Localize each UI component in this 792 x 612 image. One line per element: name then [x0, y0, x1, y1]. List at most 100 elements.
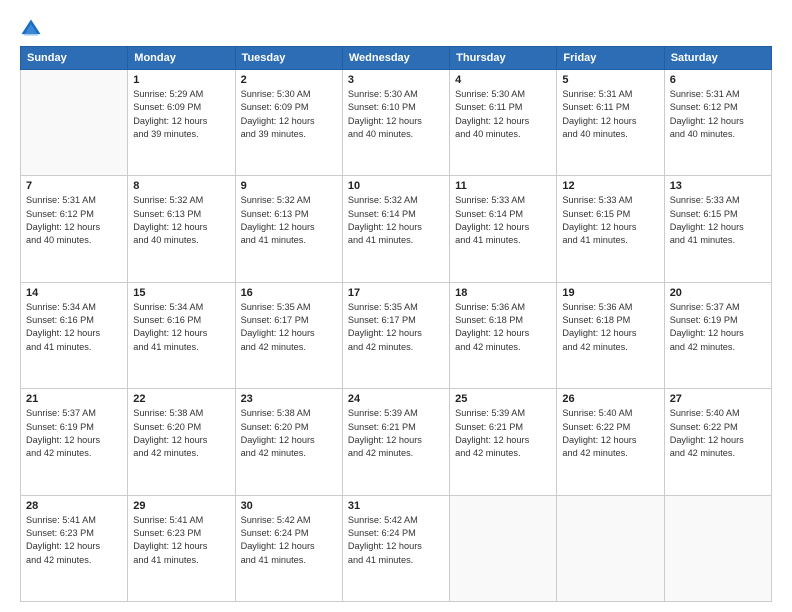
calendar-cell: 6Sunrise: 5:31 AM Sunset: 6:12 PM Daylig… [664, 70, 771, 176]
day-number: 7 [26, 180, 122, 192]
day-number: 2 [241, 74, 337, 86]
calendar-cell: 21 Sunrise: 5:37 AM Sunset: 6:19 PM Dayli… [21, 389, 128, 495]
calendar-cell: 14 Sunrise: 5:34 AM Sunset: 6:16 PM Dayli… [21, 282, 128, 388]
day-info: Sunrise: 5:40 AM Sunset: 6:22 PM Dayligh… [670, 407, 766, 460]
day-number: 8 [133, 180, 229, 192]
calendar-cell [21, 70, 128, 176]
day-info: Sunrise: 5:42 AM Sunset: 6:24 PM Dayligh… [241, 514, 337, 567]
day-info: Sunrise: 5:32 AM Sunset: 6:13 PM Dayligh… [133, 194, 229, 247]
day-info: Sunrise: 5:30 AM Sunset: 6:09 PM Dayligh… [241, 88, 337, 141]
calendar-cell: 18 Sunrise: 5:36 AM Sunset: 6:18 PM Dayli… [450, 282, 557, 388]
logo-icon [20, 18, 42, 40]
day-number: 30 [241, 500, 337, 512]
day-info: Sunrise: 5:39 AM Sunset: 6:21 PM Dayligh… [455, 407, 551, 460]
day-number: 15 [133, 287, 229, 299]
calendar-week-row: 14 Sunrise: 5:34 AM Sunset: 6:16 PM Dayli… [21, 282, 772, 388]
col-header-sunday: Sunday [21, 47, 128, 70]
calendar-cell: 10 Sunrise: 5:32 AM Sunset: 6:14 PM Dayli… [342, 176, 449, 282]
calendar-cell [450, 495, 557, 601]
day-info: Sunrise: 5:30 AM Sunset: 6:10 PM Dayligh… [348, 88, 444, 141]
day-info: Sunrise: 5:37 AM Sunset: 6:19 PM Dayligh… [26, 407, 122, 460]
col-header-tuesday: Tuesday [235, 47, 342, 70]
day-info: Sunrise: 5:36 AM Sunset: 6:18 PM Dayligh… [455, 301, 551, 354]
calendar-cell: 28Sunrise: 5:41 AM Sunset: 6:23 PM Dayli… [21, 495, 128, 601]
day-info: Sunrise: 5:38 AM Sunset: 6:20 PM Dayligh… [241, 407, 337, 460]
day-info: Sunrise: 5:32 AM Sunset: 6:14 PM Dayligh… [348, 194, 444, 247]
day-number: 21 [26, 393, 122, 405]
day-number: 19 [562, 287, 658, 299]
day-info: Sunrise: 5:39 AM Sunset: 6:21 PM Dayligh… [348, 407, 444, 460]
day-info: Sunrise: 5:40 AM Sunset: 6:22 PM Dayligh… [562, 407, 658, 460]
day-number: 9 [241, 180, 337, 192]
calendar-cell: 15 Sunrise: 5:34 AM Sunset: 6:16 PM Dayli… [128, 282, 235, 388]
calendar-cell: 2 Sunrise: 5:30 AM Sunset: 6:09 PM Daylig… [235, 70, 342, 176]
day-info: Sunrise: 5:32 AM Sunset: 6:13 PM Dayligh… [241, 194, 337, 247]
day-number: 23 [241, 393, 337, 405]
calendar-cell: 29 Sunrise: 5:41 AM Sunset: 6:23 PM Dayli… [128, 495, 235, 601]
day-info: Sunrise: 5:33 AM Sunset: 6:15 PM Dayligh… [562, 194, 658, 247]
day-info: Sunrise: 5:37 AM Sunset: 6:19 PM Dayligh… [670, 301, 766, 354]
calendar-week-row: 7 Sunrise: 5:31 AM Sunset: 6:12 PM Daylig… [21, 176, 772, 282]
day-number: 11 [455, 180, 551, 192]
day-info: Sunrise: 5:41 AM Sunset: 6:23 PM Dayligh… [133, 514, 229, 567]
col-header-wednesday: Wednesday [342, 47, 449, 70]
calendar-cell: 19 Sunrise: 5:36 AM Sunset: 6:18 PM Dayli… [557, 282, 664, 388]
col-header-thursday: Thursday [450, 47, 557, 70]
calendar-cell: 3 Sunrise: 5:30 AM Sunset: 6:10 PM Daylig… [342, 70, 449, 176]
calendar-cell: 11Sunrise: 5:33 AM Sunset: 6:14 PM Dayli… [450, 176, 557, 282]
calendar-cell: 27Sunrise: 5:40 AM Sunset: 6:22 PM Dayli… [664, 389, 771, 495]
calendar-cell: 23 Sunrise: 5:38 AM Sunset: 6:20 PM Dayli… [235, 389, 342, 495]
day-number: 3 [348, 74, 444, 86]
day-info: Sunrise: 5:38 AM Sunset: 6:20 PM Dayligh… [133, 407, 229, 460]
calendar-cell: 16 Sunrise: 5:35 AM Sunset: 6:17 PM Dayli… [235, 282, 342, 388]
logo [20, 18, 46, 40]
calendar-cell: 7 Sunrise: 5:31 AM Sunset: 6:12 PM Daylig… [21, 176, 128, 282]
day-number: 29 [133, 500, 229, 512]
calendar-cell: 17 Sunrise: 5:35 AM Sunset: 6:17 PM Dayli… [342, 282, 449, 388]
day-number: 6 [670, 74, 766, 86]
day-info: Sunrise: 5:31 AM Sunset: 6:12 PM Dayligh… [26, 194, 122, 247]
calendar-cell: 1 Sunrise: 5:29 AM Sunset: 6:09 PM Daylig… [128, 70, 235, 176]
col-header-friday: Friday [557, 47, 664, 70]
day-number: 26 [562, 393, 658, 405]
day-info: Sunrise: 5:42 AM Sunset: 6:24 PM Dayligh… [348, 514, 444, 567]
calendar-header-row: SundayMondayTuesdayWednesdayThursdayFrid… [21, 47, 772, 70]
calendar-cell: 9 Sunrise: 5:32 AM Sunset: 6:13 PM Daylig… [235, 176, 342, 282]
calendar-cell: 31 Sunrise: 5:42 AM Sunset: 6:24 PM Dayli… [342, 495, 449, 601]
calendar-cell: 24Sunrise: 5:39 AM Sunset: 6:21 PM Dayli… [342, 389, 449, 495]
day-info: Sunrise: 5:41 AM Sunset: 6:23 PM Dayligh… [26, 514, 122, 567]
calendar-cell: 20 Sunrise: 5:37 AM Sunset: 6:19 PM Dayli… [664, 282, 771, 388]
day-number: 18 [455, 287, 551, 299]
day-number: 17 [348, 287, 444, 299]
day-number: 14 [26, 287, 122, 299]
day-info: Sunrise: 5:29 AM Sunset: 6:09 PM Dayligh… [133, 88, 229, 141]
day-info: Sunrise: 5:35 AM Sunset: 6:17 PM Dayligh… [348, 301, 444, 354]
day-info: Sunrise: 5:34 AM Sunset: 6:16 PM Dayligh… [133, 301, 229, 354]
day-info: Sunrise: 5:36 AM Sunset: 6:18 PM Dayligh… [562, 301, 658, 354]
calendar-cell: 22 Sunrise: 5:38 AM Sunset: 6:20 PM Dayli… [128, 389, 235, 495]
calendar-cell: 30 Sunrise: 5:42 AM Sunset: 6:24 PM Dayli… [235, 495, 342, 601]
day-number: 16 [241, 287, 337, 299]
day-number: 12 [562, 180, 658, 192]
day-number: 10 [348, 180, 444, 192]
day-number: 5 [562, 74, 658, 86]
calendar-cell [664, 495, 771, 601]
day-info: Sunrise: 5:34 AM Sunset: 6:16 PM Dayligh… [26, 301, 122, 354]
calendar-cell: 25 Sunrise: 5:39 AM Sunset: 6:21 PM Dayli… [450, 389, 557, 495]
day-info: Sunrise: 5:30 AM Sunset: 6:11 PM Dayligh… [455, 88, 551, 141]
calendar-week-row: 21 Sunrise: 5:37 AM Sunset: 6:19 PM Dayli… [21, 389, 772, 495]
day-info: Sunrise: 5:31 AM Sunset: 6:11 PM Dayligh… [562, 88, 658, 141]
day-number: 20 [670, 287, 766, 299]
header [20, 18, 772, 40]
day-number: 1 [133, 74, 229, 86]
day-number: 22 [133, 393, 229, 405]
day-number: 25 [455, 393, 551, 405]
calendar-cell: 12 Sunrise: 5:33 AM Sunset: 6:15 PM Dayli… [557, 176, 664, 282]
calendar-cell: 26 Sunrise: 5:40 AM Sunset: 6:22 PM Dayli… [557, 389, 664, 495]
day-info: Sunrise: 5:33 AM Sunset: 6:15 PM Dayligh… [670, 194, 766, 247]
col-header-monday: Monday [128, 47, 235, 70]
day-number: 31 [348, 500, 444, 512]
day-number: 4 [455, 74, 551, 86]
day-info: Sunrise: 5:35 AM Sunset: 6:17 PM Dayligh… [241, 301, 337, 354]
col-header-saturday: Saturday [664, 47, 771, 70]
